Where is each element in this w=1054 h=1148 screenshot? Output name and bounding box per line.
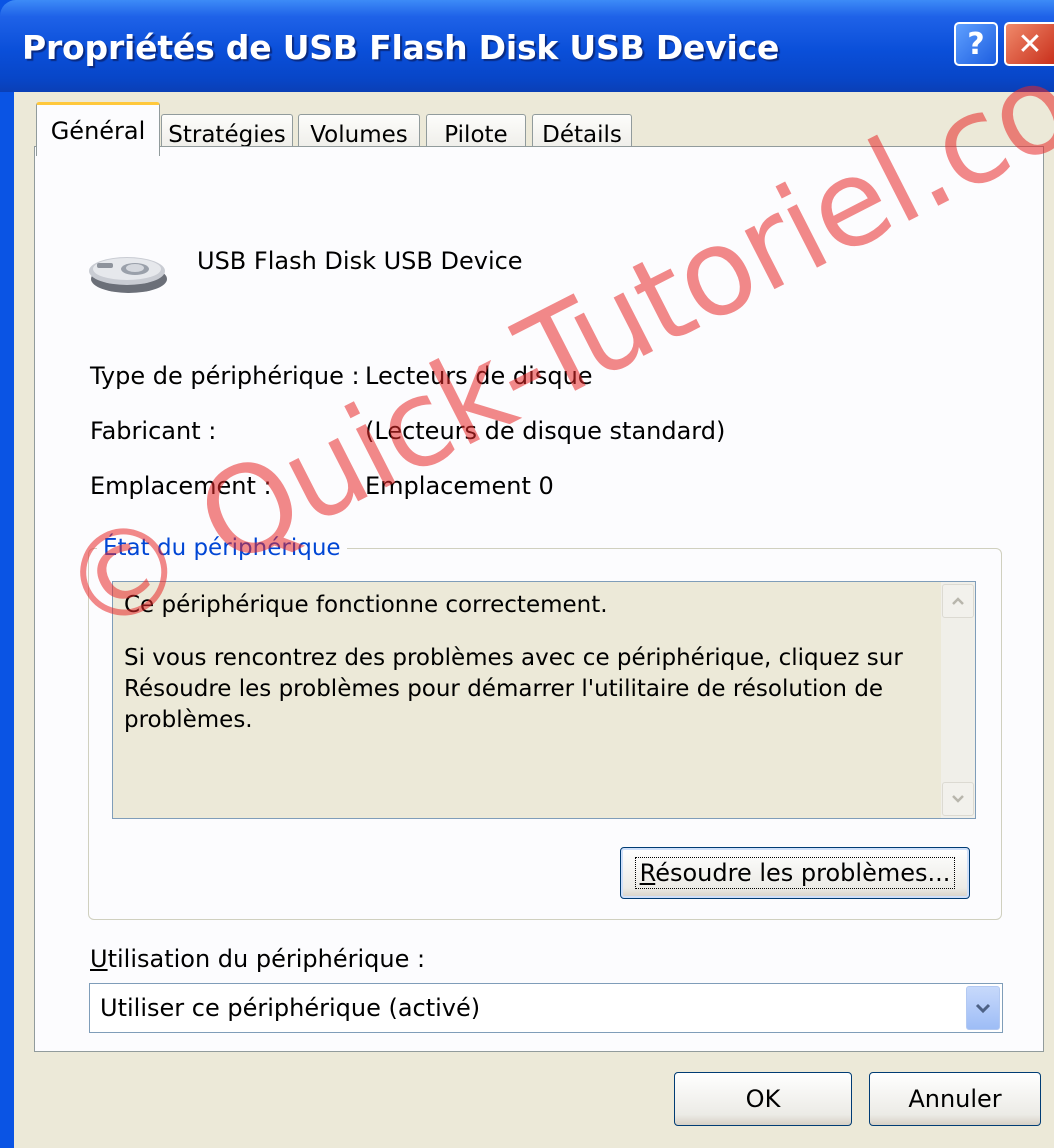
tab-general[interactable]: Général — [36, 102, 160, 156]
close-button[interactable]: ✕ — [1004, 22, 1054, 66]
troubleshoot-button[interactable]: Résoudre les problèmes... — [620, 847, 970, 899]
device-type-label: Type de périphérique : — [90, 362, 360, 390]
usage-label-rest: tilisation du périphérique : — [107, 945, 426, 973]
close-icon: ✕ — [1017, 26, 1043, 62]
status-line-ok: Ce périphérique fonctionne correctement. — [124, 592, 608, 618]
manufacturer-value: (Lecteurs de disque standard) — [365, 417, 726, 445]
properties-dialog: Propriétés de USB Flash Disk USB Device … — [0, 0, 1054, 1148]
cancel-button[interactable]: Annuler — [869, 1072, 1041, 1126]
device-name: USB Flash Disk USB Device — [197, 247, 523, 275]
location-label: Emplacement : — [90, 472, 272, 500]
device-status-title: État du périphérique — [97, 535, 347, 561]
chevron-down-icon — [952, 795, 964, 803]
dropdown-button[interactable] — [966, 986, 1000, 1030]
troubleshoot-label-rest: ésoudre les problèmes... — [655, 859, 951, 887]
device-status-textbox[interactable]: Ce périphérique fonctionne correctement.… — [112, 581, 976, 819]
chevron-up-icon — [952, 597, 964, 605]
device-usage-value: Utiliser ce périphérique (activé) — [100, 994, 481, 1022]
manufacturer-label: Fabricant : — [90, 417, 217, 445]
help-icon: ? — [967, 26, 985, 62]
help-button[interactable]: ? — [954, 22, 998, 66]
location-value: Emplacement 0 — [365, 472, 554, 500]
dialog-client-area: Général Stratégies Volumes Pilote Détail… — [14, 92, 1054, 1148]
title-bar[interactable]: Propriétés de USB Flash Disk USB Device … — [0, 0, 1054, 92]
troubleshoot-mnemonic: R — [639, 859, 656, 887]
status-line-help: Si vous rencontrez des problèmes avec ce… — [124, 645, 903, 733]
device-type-value: Lecteurs de disque — [365, 362, 593, 390]
troubleshoot-button-label: Résoudre les problèmes... — [634, 857, 956, 889]
device-usage-label: Utilisation du périphérique : — [90, 945, 425, 973]
device-usage-select[interactable]: Utiliser ce périphérique (activé) — [89, 983, 1003, 1033]
disk-drive-icon — [89, 257, 167, 293]
window-title: Propriétés de USB Flash Disk USB Device — [22, 28, 780, 67]
ok-button[interactable]: OK — [674, 1072, 852, 1126]
status-scrollbar[interactable] — [941, 582, 975, 818]
general-tab-panel: USB Flash Disk USB Device Type de périph… — [34, 146, 1044, 1052]
device-status-text: Ce périphérique fonctionne correctement.… — [124, 590, 924, 758]
usage-mnemonic: U — [90, 945, 108, 973]
chevron-down-icon — [975, 1003, 991, 1014]
scroll-up-button[interactable] — [942, 584, 974, 618]
scroll-down-button[interactable] — [942, 782, 974, 816]
